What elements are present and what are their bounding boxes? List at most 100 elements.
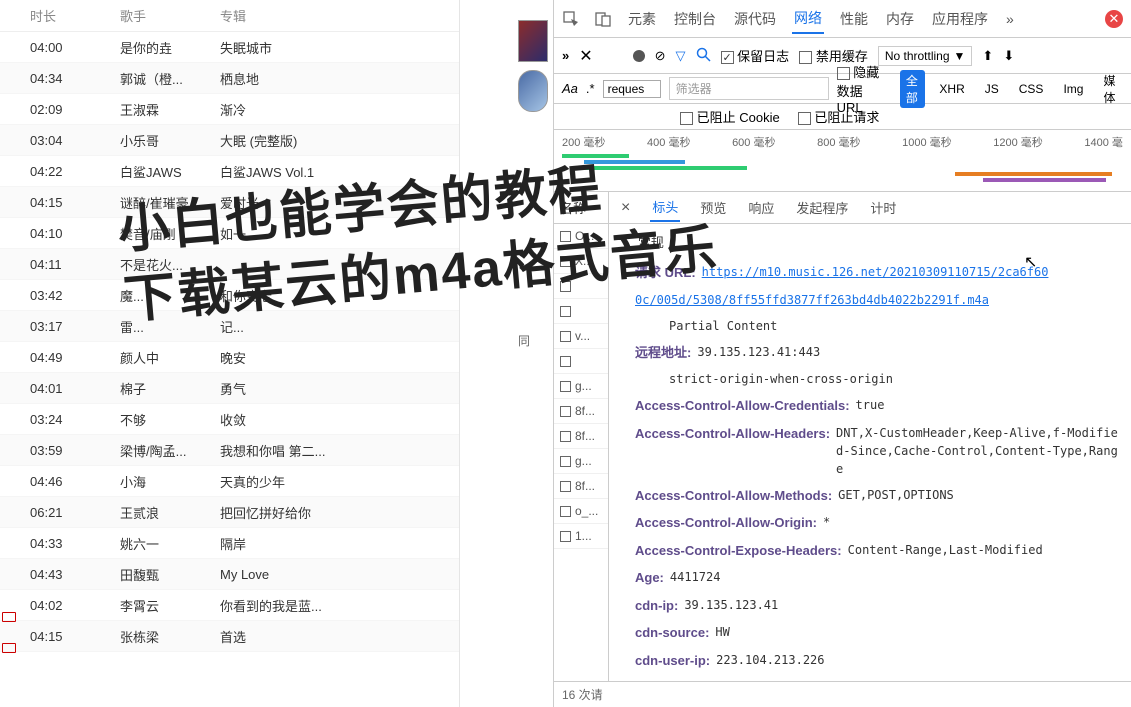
close-filter-icon[interactable]: ✕ xyxy=(579,46,592,66)
table-row[interactable]: 04:01棉子勇气 xyxy=(0,373,459,404)
cell-duration: 04:43 xyxy=(0,567,120,582)
tab-headers[interactable]: 标头 xyxy=(650,193,680,222)
request-checkbox[interactable] xyxy=(560,231,571,242)
type-xhr[interactable]: XHR xyxy=(933,80,970,98)
tab-console[interactable]: 控制台 xyxy=(672,5,718,33)
col-artist: 歌手 xyxy=(120,6,220,25)
tab-elements[interactable]: 元素 xyxy=(626,5,658,33)
table-row[interactable]: 04:22白鲨JAWS白鲨JAWS Vol.1 xyxy=(0,156,459,187)
request-checkbox[interactable] xyxy=(560,356,571,367)
table-row[interactable]: 04:46小海天真的少年 xyxy=(0,466,459,497)
filter-icon[interactable]: ▽ xyxy=(676,48,686,64)
request-item[interactable]: g... xyxy=(554,449,608,474)
table-row[interactable]: 02:09王淑霖渐冷 xyxy=(0,94,459,125)
table-row[interactable]: 03:04小乐哥大眠 (完整版) xyxy=(0,125,459,156)
table-row[interactable]: 04:00是你的垚失眠城市 xyxy=(0,32,459,63)
table-row[interactable]: 06:21王贰浪把回忆拼好给你 xyxy=(0,497,459,528)
request-checkbox[interactable] xyxy=(560,381,571,392)
request-checkbox[interactable] xyxy=(560,306,571,317)
request-checkbox[interactable] xyxy=(560,256,571,267)
request-item[interactable] xyxy=(554,299,608,324)
record-icon[interactable] xyxy=(633,50,645,62)
tab-application[interactable]: 应用程序 xyxy=(930,5,990,33)
timeline-label: 1000 毫秒 xyxy=(902,134,952,150)
type-all[interactable]: 全部 xyxy=(900,70,926,108)
album-thumb[interactable] xyxy=(518,20,548,62)
close-detail-icon[interactable]: × xyxy=(619,195,632,221)
request-checkbox[interactable] xyxy=(560,481,571,492)
request-checkbox[interactable] xyxy=(560,531,571,542)
download-icon[interactable]: ⬇ xyxy=(1003,48,1014,64)
network-timeline[interactable]: 200 毫秒 400 毫秒 600 毫秒 800 毫秒 1000 毫秒 1200… xyxy=(554,130,1131,192)
type-media[interactable]: 媒体 xyxy=(1097,70,1123,108)
request-item[interactable]: g... xyxy=(554,374,608,399)
request-checkbox[interactable] xyxy=(560,506,571,517)
table-row[interactable]: 04:49颜人中晚安 xyxy=(0,342,459,373)
blocked-cookie-checkbox[interactable]: 已阻止 Cookie xyxy=(680,107,780,126)
tab-timing[interactable]: 计时 xyxy=(868,194,898,221)
type-css[interactable]: CSS xyxy=(1013,80,1050,98)
cell-duration: 03:42 xyxy=(0,288,120,303)
request-item[interactable]: X... xyxy=(554,249,608,274)
album-thumb[interactable] xyxy=(518,70,548,112)
table-row[interactable]: 04:33姚六一隔岸 xyxy=(0,528,459,559)
request-name: X... xyxy=(575,254,593,268)
tab-preview[interactable]: 预览 xyxy=(698,194,728,221)
request-name: o_... xyxy=(575,504,598,518)
preserve-log-checkbox[interactable]: 保留日志 xyxy=(721,46,790,65)
search-icon[interactable] xyxy=(696,47,711,65)
cell-album: 收敛 xyxy=(220,410,459,429)
table-row[interactable]: 03:24不够收敛 xyxy=(0,404,459,435)
table-row[interactable]: 04:11不是花火... xyxy=(0,249,459,280)
table-row[interactable]: 04:02李霄云你看到的我是蓝... xyxy=(0,590,459,621)
request-item[interactable]: 8f... xyxy=(554,474,608,499)
table-row[interactable]: 04:10樊音/庙刚如一 xyxy=(0,218,459,249)
tabs-more[interactable]: » xyxy=(1004,7,1016,31)
request-item[interactable] xyxy=(554,349,608,374)
request-item[interactable]: o_... xyxy=(554,499,608,524)
cell-artist: 张栋梁 xyxy=(120,627,220,646)
request-item[interactable]: O... xyxy=(554,224,608,249)
cell-duration: 02:09 xyxy=(0,102,120,117)
tab-performance[interactable]: 性能 xyxy=(838,5,870,33)
clear-icon[interactable]: ⊘ xyxy=(655,48,666,64)
table-row[interactable]: 04:43田馥甄My Love xyxy=(0,559,459,590)
close-icon[interactable]: ✕ xyxy=(1105,10,1123,28)
request-checkbox[interactable] xyxy=(560,456,571,467)
request-item[interactable]: 8f... xyxy=(554,399,608,424)
table-row[interactable]: 03:42魔...和你变老 xyxy=(0,280,459,311)
request-item[interactable]: 8f... xyxy=(554,424,608,449)
table-row[interactable]: 04:15谜醉/崔璀豪爱时光 xyxy=(0,187,459,218)
table-row[interactable]: 03:59梁博/陶孟...我想和你唱 第二... xyxy=(0,435,459,466)
general-section[interactable]: 常规 xyxy=(609,224,1131,259)
blocked-request-checkbox[interactable]: 已阻止请求 xyxy=(798,107,880,126)
tab-sources[interactable]: 源代码 xyxy=(732,5,778,33)
request-checkbox[interactable] xyxy=(560,281,571,292)
upload-icon[interactable]: ⬆ xyxy=(982,48,993,64)
more-icon[interactable]: » xyxy=(562,48,569,63)
request-checkbox[interactable] xyxy=(560,406,571,417)
request-checkbox[interactable] xyxy=(560,431,571,442)
type-img[interactable]: Img xyxy=(1057,80,1089,98)
filter-input[interactable]: 筛选器 xyxy=(669,77,829,100)
request-item[interactable]: 1... xyxy=(554,524,608,549)
regex-icon[interactable]: .* xyxy=(586,81,595,96)
song-list: 04:00是你的垚失眠城市04:34郭诚（橙...栖息地02:09王淑霖渐冷03… xyxy=(0,32,459,652)
type-js[interactable]: JS xyxy=(979,80,1005,98)
header-row: Age:4411724 xyxy=(609,564,1131,592)
inspect-icon[interactable] xyxy=(562,10,580,28)
throttling-select[interactable]: No throttling ▼ xyxy=(878,46,973,66)
table-row[interactable]: 04:34郭诚（橙...栖息地 xyxy=(0,63,459,94)
table-row[interactable]: 04:15张栋梁首选 xyxy=(0,621,459,652)
tab-memory[interactable]: 内存 xyxy=(884,5,916,33)
tab-initiator[interactable]: 发起程序 xyxy=(794,194,850,221)
case-icon[interactable]: Aa xyxy=(562,81,578,96)
search-input[interactable] xyxy=(603,80,661,98)
request-checkbox[interactable] xyxy=(560,331,571,342)
device-icon[interactable] xyxy=(594,10,612,28)
request-item[interactable] xyxy=(554,274,608,299)
request-item[interactable]: v... xyxy=(554,324,608,349)
tab-network[interactable]: 网络 xyxy=(792,4,824,34)
tab-response[interactable]: 响应 xyxy=(746,194,776,221)
table-row[interactable]: 03:17雷...记... xyxy=(0,311,459,342)
